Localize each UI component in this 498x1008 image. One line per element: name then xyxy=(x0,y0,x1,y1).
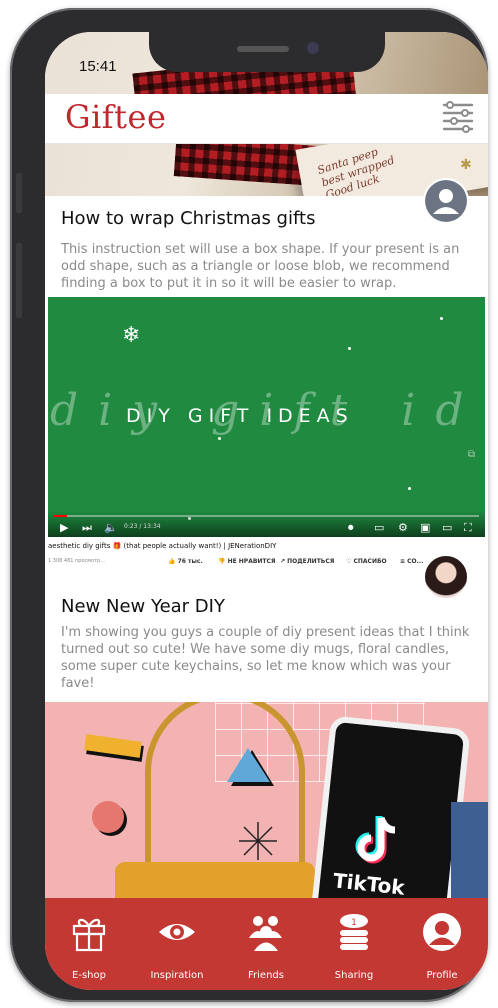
eye-icon xyxy=(159,924,195,940)
volume-button xyxy=(16,243,22,318)
triangle-shape xyxy=(227,748,274,786)
nav-label: Inspiration xyxy=(150,970,204,981)
post-title[interactable]: How to wrap Christmas gifts xyxy=(61,208,315,229)
nav-item-friends[interactable]: Friends xyxy=(222,898,310,990)
video-controls: ▶ ⏭ 🔈 0:23 / 13:34 ⏺ ▭ ⚙ ▣ ▭ ⛶ xyxy=(48,511,485,537)
nav-label: Profile xyxy=(426,970,458,981)
app-logo[interactable]: Giftee xyxy=(65,98,166,136)
screen: Santa peep best wrapped Good luck ✱ 15:4… xyxy=(45,32,488,990)
friends-icon xyxy=(249,916,282,951)
settings-icon[interactable]: ⚙ xyxy=(398,521,408,534)
video-player[interactable]: ❄ diy gift ideas DIY GIFT IDEAS ⧉ ▶ ⏭ 🔈 … xyxy=(48,297,485,537)
video-time: 0:23 / 13:34 xyxy=(124,523,161,530)
user-icon xyxy=(425,180,467,222)
theater-icon[interactable]: ▭ xyxy=(442,521,452,534)
circle-shape xyxy=(92,801,127,836)
fullscreen-icon[interactable]: ⛶ xyxy=(464,521,472,535)
svg-text:1: 1 xyxy=(351,918,357,928)
author-avatar[interactable] xyxy=(423,178,469,224)
next-icon[interactable]: ⏭ xyxy=(82,521,92,535)
subtitles-icon[interactable]: ▭ xyxy=(374,521,384,534)
video-progress-fill xyxy=(54,515,67,517)
profile-icon xyxy=(423,913,461,951)
save-button[interactable]: ≡ СО... xyxy=(400,558,423,565)
filter-menu-button[interactable] xyxy=(440,100,476,136)
author-avatar[interactable] xyxy=(423,554,469,600)
like-count: 76 тыс. xyxy=(177,558,203,565)
video-views: 1 308 481 просмотр... xyxy=(48,558,105,564)
video-progress[interactable] xyxy=(54,515,479,517)
play-icon[interactable]: ▶ xyxy=(60,521,68,534)
nav-label: Friends xyxy=(248,970,284,981)
tiktok-icon xyxy=(355,816,396,864)
thanks-button[interactable]: ♡ СПАСИБО xyxy=(346,558,387,565)
video-meta: aesthetic diy gifts 🎁 (that people actua… xyxy=(48,542,485,582)
post-description: This instruction set will use a box shap… xyxy=(61,242,460,291)
post-description: I'm showing you guys a couple of diy pre… xyxy=(61,625,470,691)
mute-switch xyxy=(16,173,22,213)
sparkle xyxy=(348,347,351,350)
nav-item-inspiration[interactable]: Inspiration xyxy=(133,898,221,990)
rectangle-shape xyxy=(84,734,144,762)
like-button[interactable]: 👍 76 тыс. xyxy=(168,558,203,565)
snowflake-icon: ❄ xyxy=(122,323,141,348)
share-button[interactable]: ↗ ПОДЕЛИТЬСЯ xyxy=(280,558,334,565)
nav-item-eshop[interactable]: E-shop xyxy=(45,898,133,990)
dislike-label: НЕ НРАВИТСЯ xyxy=(227,558,276,565)
bottom-navigation: E-shop Inspiration Friends 1 Sharing Pro… xyxy=(45,898,488,990)
nav-item-sharing[interactable]: 1 Sharing xyxy=(310,898,398,990)
star-icon: ✱ xyxy=(460,157,472,173)
post-title[interactable]: New New Year DIY xyxy=(61,596,225,617)
post-image[interactable]: TikTok xyxy=(45,702,488,922)
share-label: ПОДЕЛИТЬСЯ xyxy=(287,558,335,565)
sparkle xyxy=(218,437,221,440)
autoplay-icon[interactable]: ⏺ xyxy=(348,521,354,535)
volume-icon[interactable]: 🔈 xyxy=(104,521,118,534)
sparkle xyxy=(408,487,411,490)
asterisk-shape xyxy=(239,822,277,860)
nav-item-profile[interactable]: Profile xyxy=(398,898,486,990)
gift-icon xyxy=(72,918,106,952)
sparkle xyxy=(440,317,443,320)
save-label: СО... xyxy=(407,558,424,565)
coins-icon: 1 xyxy=(340,914,368,950)
speaker xyxy=(237,46,289,52)
miniplayer-icon[interactable]: ▣ xyxy=(420,521,430,534)
expand-icon[interactable]: ⧉ xyxy=(468,449,475,460)
thanks-label: СПАСИБО xyxy=(353,558,387,565)
app-bar: Giftee xyxy=(45,94,488,144)
dislike-button[interactable]: 👎 НЕ НРАВИТСЯ xyxy=(218,558,276,565)
video-title[interactable]: aesthetic diy gifts 🎁 (that people actua… xyxy=(48,542,276,550)
nav-label: Sharing xyxy=(334,970,374,981)
notch xyxy=(149,32,385,72)
phone-frame: Santa peep best wrapped Good luck ✱ 15:4… xyxy=(10,8,488,1002)
camera xyxy=(307,42,319,54)
video-overlay-title: DIY GIFT IDEAS xyxy=(126,405,354,427)
status-time: 15:41 xyxy=(79,58,117,75)
sliders-icon xyxy=(442,101,474,133)
nav-label: E-shop xyxy=(72,970,106,981)
